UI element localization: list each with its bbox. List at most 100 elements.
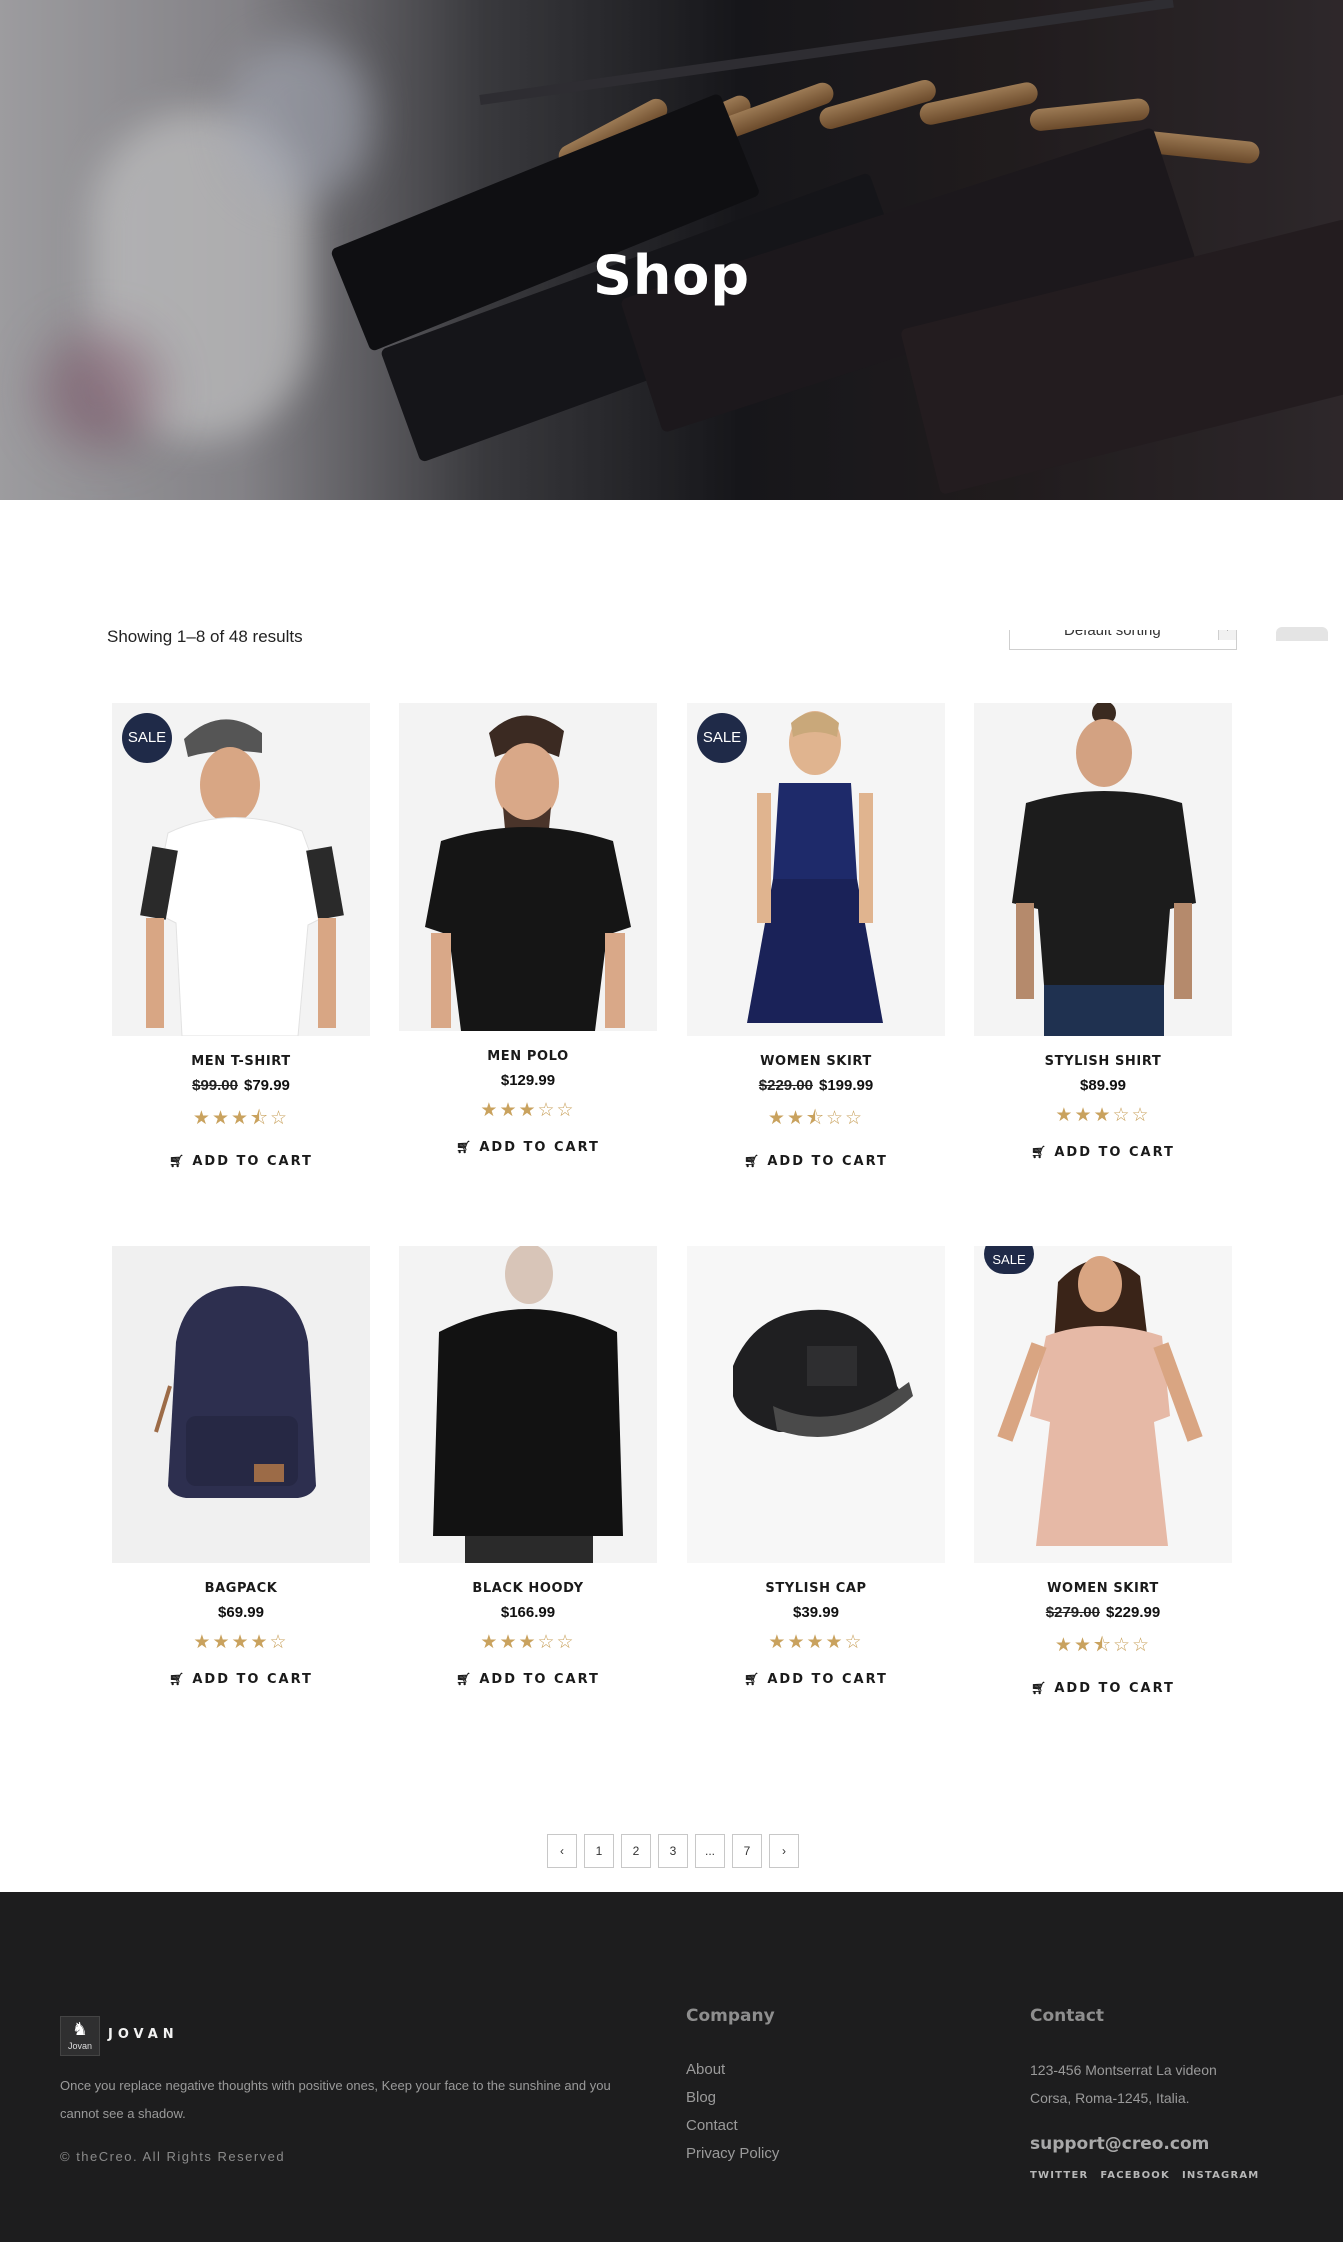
page-button[interactable]: 7: [732, 1834, 762, 1868]
product-card[interactable]: SALE MEN T-SHIRT $99.00 $79.99 ★★★⯪☆ 🛒︎ AD…: [112, 703, 370, 1170]
social-link-twitter[interactable]: TWITTER: [1030, 2170, 1088, 2181]
add-to-cart-label: ADD TO CART: [192, 1154, 313, 1169]
logo-mark-icon: ♞: [71, 2019, 89, 2039]
logo-text: Jovan: [67, 2041, 93, 2051]
star-rating: ★★★☆☆: [1055, 1105, 1151, 1126]
star-rating: ★★★★☆: [768, 1632, 864, 1653]
add-to-cart-button[interactable]: 🛒︎ ADD TO CART: [169, 1154, 313, 1169]
scroll-tab[interactable]: [1276, 627, 1328, 641]
chevron-right-icon[interactable]: ›: [769, 1834, 799, 1868]
logo[interactable]: ♞ Jovan: [60, 2016, 100, 2056]
current-price: $199.99: [819, 1077, 874, 1094]
product-card[interactable]: SALE WOMEN SKIRT $279.00 $229.99 ★★⯪☆☆ 🛒︎…: [974, 1246, 1232, 1697]
product-image[interactable]: [112, 1246, 370, 1563]
star-rating: ★★★☆☆: [480, 1632, 576, 1653]
footer-link-blog[interactable]: Blog: [686, 2084, 779, 2112]
social-links: TWITTER FACEBOOK INSTAGRAM: [1030, 2170, 1259, 2181]
footer-link-privacy[interactable]: Privacy Policy: [686, 2140, 779, 2168]
polo-model-icon: [399, 703, 657, 1031]
add-to-cart-button[interactable]: 🛒︎ ADD TO CART: [456, 1140, 600, 1155]
product-price: $89.99: [974, 1077, 1232, 1094]
add-to-cart-label: ADD TO CART: [1054, 1681, 1175, 1696]
add-to-cart-label: ADD TO CART: [767, 1672, 888, 1687]
pagination: ‹ 1 2 3 ... 7 ›: [547, 1834, 799, 1868]
cart-icon: 🛒︎: [169, 1672, 187, 1686]
star-rating: ★★★⯪☆: [192, 1108, 290, 1129]
product-name[interactable]: BAGPACK: [112, 1581, 370, 1596]
chevron-left-icon[interactable]: ‹: [547, 1834, 577, 1868]
product-image[interactable]: [687, 1246, 945, 1563]
cart-icon: 🛒︎: [456, 1672, 474, 1686]
footer-link-contact[interactable]: Contact: [686, 2112, 779, 2140]
support-email[interactable]: support@creo.com: [1030, 2134, 1209, 2154]
product-price: $279.00 $229.99: [974, 1604, 1232, 1621]
current-price: $129.99: [500, 1072, 556, 1089]
cart-icon: 🛒︎: [744, 1154, 762, 1168]
product-card[interactable]: BLACK HOODY $166.99 ★★★☆☆ 🛒︎ ADD TO CART: [399, 1246, 657, 1688]
add-to-cart-button[interactable]: 🛒︎ ADD TO CART: [169, 1672, 313, 1687]
shirt-model-icon: [974, 703, 1232, 1036]
add-to-cart-label: ADD TO CART: [192, 1672, 313, 1687]
product-image[interactable]: SALE: [112, 703, 370, 1036]
old-price: $279.00: [1045, 1604, 1100, 1621]
product-price: $69.99: [112, 1604, 370, 1621]
page-ellipsis: ...: [695, 1834, 725, 1868]
add-to-cart-button[interactable]: 🛒︎ ADD TO CART: [456, 1672, 600, 1687]
cart-icon: 🛒︎: [1031, 1145, 1049, 1159]
cart-icon: 🛒︎: [744, 1672, 762, 1686]
star-rating: ★★⯪☆☆: [767, 1108, 865, 1129]
contact-heading: Contact: [1030, 2006, 1105, 2026]
hero-banner: Shop: [0, 0, 1343, 500]
star-rating: ★★★★☆: [193, 1632, 289, 1653]
product-price: $166.99: [399, 1604, 657, 1621]
footer: ♞ Jovan JOVAN Once you replace negative …: [0, 1892, 1343, 2242]
product-card[interactable]: BAGPACK $69.99 ★★★★☆ 🛒︎ ADD TO CART: [112, 1246, 370, 1688]
product-image[interactable]: [974, 703, 1232, 1036]
product-name[interactable]: WOMEN SKIRT: [687, 1054, 945, 1069]
page-button[interactable]: 3: [658, 1834, 688, 1868]
product-name[interactable]: BLACK HOODY: [399, 1581, 657, 1596]
current-price: $89.99: [1080, 1077, 1126, 1094]
product-card[interactable]: STYLISH CAP $39.99 ★★★★☆ 🛒︎ ADD TO CART: [687, 1246, 945, 1688]
product-name[interactable]: MEN T-SHIRT: [112, 1054, 370, 1069]
product-price: $129.99: [399, 1072, 657, 1089]
add-to-cart-label: ADD TO CART: [479, 1672, 600, 1687]
add-to-cart-button[interactable]: 🛒︎ ADD TO CART: [1031, 1145, 1175, 1160]
page-title: Shop: [592, 244, 751, 307]
add-to-cart-button[interactable]: 🛒︎ ADD TO CART: [744, 1672, 888, 1687]
page-button[interactable]: 1: [584, 1834, 614, 1868]
product-card[interactable]: SALE WOMEN SKIRT $229.00 $199.99 ★★⯪☆☆ 🛒︎…: [687, 703, 945, 1170]
address: 123-456 Montserrat La videon Corsa, Roma…: [1030, 2056, 1270, 2112]
product-name[interactable]: STYLISH SHIRT: [974, 1054, 1232, 1069]
cart-icon: 🛒︎: [456, 1140, 474, 1154]
product-name[interactable]: MEN POLO: [399, 1049, 657, 1064]
product-name[interactable]: STYLISH CAP: [687, 1581, 945, 1596]
old-price: $99.00: [192, 1077, 238, 1094]
social-link-facebook[interactable]: FACEBOOK: [1100, 2170, 1170, 2181]
product-image[interactable]: SALE: [687, 703, 945, 1036]
product-image[interactable]: SALE: [974, 1246, 1232, 1563]
social-link-instagram[interactable]: INSTAGRAM: [1182, 2170, 1259, 2181]
current-price: $39.99: [793, 1604, 839, 1621]
pink-dress-model-icon: [974, 1246, 1232, 1563]
company-heading: Company: [686, 2006, 775, 2026]
page-button[interactable]: 2: [621, 1834, 651, 1868]
add-to-cart-button[interactable]: 🛒︎ ADD TO CART: [744, 1154, 888, 1169]
current-price: $79.99: [244, 1077, 290, 1094]
footer-tagline: Once you replace negative thoughts with …: [60, 2078, 611, 2121]
backpack-icon: [112, 1246, 370, 1563]
cap-icon: [687, 1246, 945, 1563]
sale-badge: SALE: [697, 713, 747, 763]
current-price: $166.99: [500, 1604, 556, 1621]
cart-icon: 🛒︎: [169, 1154, 187, 1168]
toolbar-clip: [0, 560, 1343, 630]
brand-name: JOVAN: [108, 2027, 179, 2042]
product-card[interactable]: STYLISH SHIRT $89.99 ★★★☆☆ 🛒︎ ADD TO CART: [974, 703, 1232, 1161]
add-to-cart-button[interactable]: 🛒︎ ADD TO CART: [1031, 1681, 1175, 1696]
product-card[interactable]: MEN POLO $129.99 ★★★☆☆ 🛒︎ ADD TO CART: [399, 703, 657, 1156]
product-image[interactable]: [399, 1246, 657, 1563]
product-name[interactable]: WOMEN SKIRT: [974, 1581, 1232, 1596]
add-to-cart-label: ADD TO CART: [1054, 1145, 1175, 1160]
product-image[interactable]: [399, 703, 657, 1031]
footer-link-about[interactable]: About: [686, 2056, 779, 2084]
